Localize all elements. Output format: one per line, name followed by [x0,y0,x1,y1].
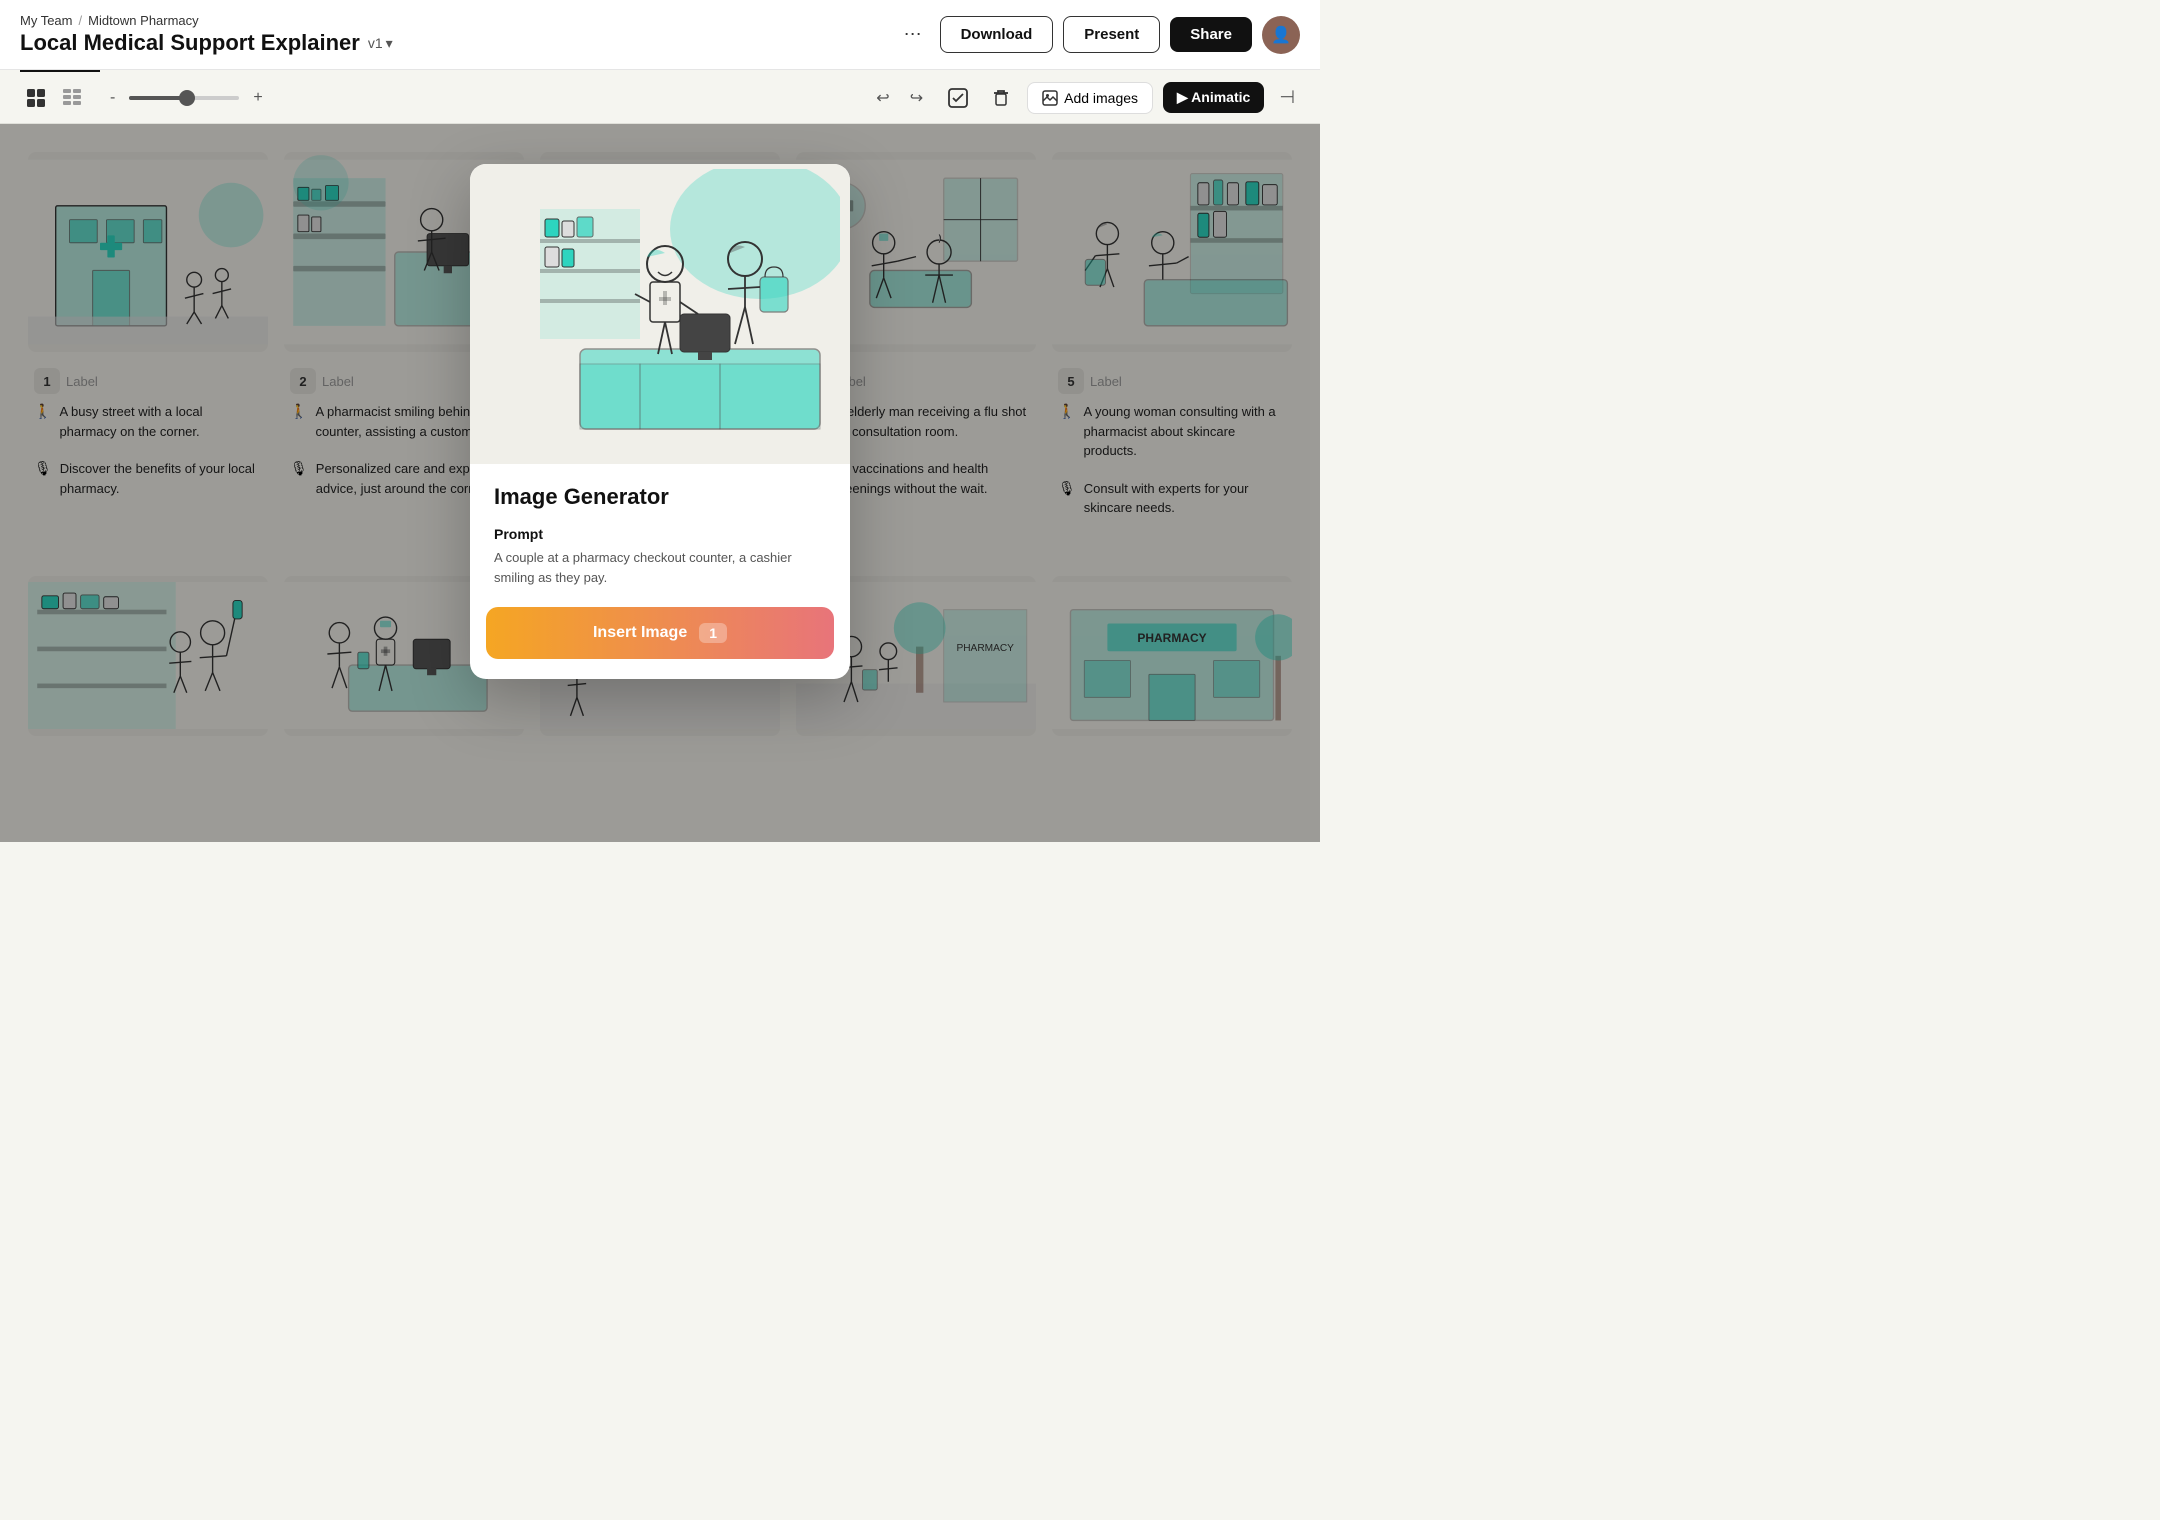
add-images-button[interactable]: Add images [1027,82,1153,114]
present-button[interactable]: Present [1063,16,1160,53]
grid-view-button[interactable] [20,82,52,114]
version-badge[interactable]: v1 ▾ [368,35,393,52]
toolbar-right: ↩ ↪ Add images ▶ Animatic [868,81,1300,115]
modal-overlay[interactable]: Image Generator Prompt A couple at a pha… [0,124,1320,842]
zoom-in-button[interactable]: + [247,87,268,109]
compact-view-button[interactable] [56,82,88,114]
app-header: My Team / Midtown Pharmacy Local Medical… [0,0,1320,70]
prompt-label: Prompt [494,526,826,542]
header-right: ⋯ Download Present Share 👤 [896,16,1300,54]
zoom-out-button[interactable]: - [104,87,121,109]
checkbox-icon-button[interactable] [941,81,975,115]
download-button[interactable]: Download [940,16,1054,53]
main-canvas: 1 Label 🚶 A busy street with a local pha… [0,124,1320,842]
trash-icon [990,87,1012,109]
breadcrumb-separator: / [79,13,83,28]
view-buttons [20,82,88,114]
toolbar-left: - + [20,82,269,114]
image-generator-modal: Image Generator Prompt A couple at a pha… [470,164,850,679]
insert-count-badge: 1 [699,623,727,643]
zoom-slider-fill [129,96,184,100]
toolbar: - + ↩ ↪ [0,72,1320,124]
breadcrumb-project-link[interactable]: Midtown Pharmacy [88,13,199,28]
breadcrumb: My Team / Midtown Pharmacy [20,13,393,28]
zoom-control: - + [104,87,269,109]
insert-image-label: Insert Image [593,624,687,642]
checkbox-icon [946,86,970,110]
modal-footer: Insert Image 1 [470,587,850,679]
zoom-slider-track [129,96,239,100]
share-button[interactable]: Share [1170,17,1252,52]
project-title: Local Medical Support Explainer v1 ▾ [20,30,393,56]
undo-button[interactable]: ↩ [868,83,897,113]
insert-image-button[interactable]: Insert Image 1 [486,607,834,659]
more-options-button[interactable]: ⋯ [896,16,930,53]
zoom-thumb[interactable] [179,90,195,106]
redo-button[interactable]: ↪ [902,83,931,113]
animatic-button[interactable]: ▶ Animatic [1163,82,1264,113]
grid-icon [25,87,47,109]
modal-title: Image Generator [494,484,826,510]
undo-redo-group: ↩ ↪ [868,83,931,113]
avatar[interactable]: 👤 [1262,16,1300,54]
modal-image-preview [470,164,850,464]
modal-body: Image Generator Prompt A couple at a pha… [470,464,850,587]
prompt-text: A couple at a pharmacy checkout counter,… [494,548,826,587]
header-left: My Team / Midtown Pharmacy Local Medical… [20,13,393,56]
add-image-icon [1042,90,1058,106]
breadcrumb-team-link[interactable]: My Team [20,13,73,28]
delete-button[interactable] [985,82,1017,114]
panel-toggle-button[interactable]: ⊣ [1274,82,1300,113]
compact-grid-icon [61,87,83,109]
